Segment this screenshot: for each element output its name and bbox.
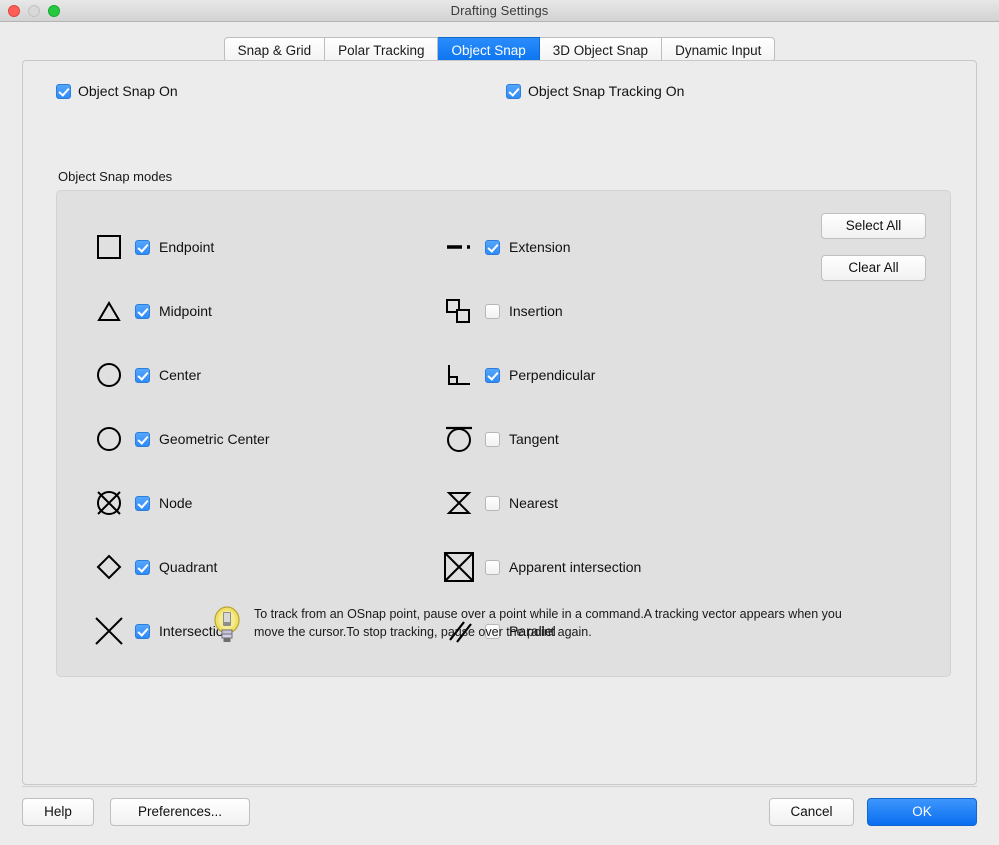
object-snap-on-checkbox[interactable] <box>56 83 71 99</box>
tab-polar-tracking[interactable]: Polar Tracking <box>325 37 439 62</box>
object-snap-tracking-on-row[interactable]: Object Snap Tracking On <box>506 83 684 99</box>
close-button[interactable] <box>8 5 20 17</box>
label-insertion: Insertion <box>509 303 563 319</box>
circle-icon <box>83 424 135 454</box>
checkbox-midpoint[interactable] <box>135 303 150 319</box>
checkbox-geometric-center[interactable] <box>135 431 150 447</box>
label-geometric-center: Geometric Center <box>159 431 270 447</box>
checkbox-apparent-intersection[interactable] <box>485 559 500 575</box>
checkbox-quadrant[interactable] <box>135 559 150 575</box>
snap-mode-row-extension[interactable]: Extension <box>433 215 793 279</box>
zoom-button[interactable] <box>48 5 60 17</box>
snap-mode-row-tangent[interactable]: Tangent <box>433 407 793 471</box>
lightbulb-icon <box>213 605 241 650</box>
snap-mode-row-midpoint[interactable]: Midpoint <box>83 279 433 343</box>
dashed-line-icon <box>433 232 485 262</box>
preferences-button[interactable]: Preferences... <box>110 798 250 826</box>
circle-x-icon <box>83 486 135 520</box>
clear-all-button[interactable]: Clear All <box>821 255 926 281</box>
circle-icon <box>83 360 135 390</box>
help-button[interactable]: Help <box>22 798 94 826</box>
checkbox-tangent[interactable] <box>485 431 500 447</box>
object-snap-on-label: Object Snap On <box>78 83 178 99</box>
snap-mode-row-center[interactable]: Center <box>83 343 433 407</box>
label-midpoint: Midpoint <box>159 303 212 319</box>
label-quadrant: Quadrant <box>159 559 218 575</box>
tab-3d-object-snap[interactable]: 3D Object Snap <box>539 37 663 62</box>
hourglass-icon <box>433 489 485 517</box>
snap-mode-row-perpendicular[interactable]: Perpendicular <box>433 343 793 407</box>
x-cross-icon <box>83 614 135 648</box>
checkbox-endpoint[interactable] <box>135 239 150 255</box>
tab-object-snap[interactable]: Object Snap <box>438 37 540 62</box>
object-snap-tracking-on-checkbox[interactable] <box>506 83 521 99</box>
checkbox-center[interactable] <box>135 367 150 383</box>
label-endpoint: Endpoint <box>159 239 215 255</box>
snap-modes-right-column: Extension Insertion Perpendicular Tangent Ne… <box>433 215 793 663</box>
snap-mode-row-quadrant[interactable]: Quadrant <box>83 535 433 599</box>
label-extension: Extension <box>509 239 571 255</box>
group-title: Object Snap modes <box>58 169 173 184</box>
snap-mode-row-geometric-center[interactable]: Geometric Center <box>83 407 433 471</box>
ok-button[interactable]: OK <box>867 798 977 826</box>
diamond-icon <box>83 552 135 582</box>
triangle-icon <box>83 296 135 326</box>
snap-mode-row-endpoint[interactable]: Endpoint <box>83 215 433 279</box>
tab-dynamic-input[interactable]: Dynamic Input <box>662 37 776 62</box>
tip-text: To track from an OSnap point, pause over… <box>254 607 842 640</box>
minimize-button[interactable] <box>28 5 40 17</box>
top-toggles: Object Snap On Object Snap Tracking On <box>23 61 976 107</box>
dialog-footer: Help Preferences... Cancel OK <box>0 786 999 845</box>
overlapping-squares-icon <box>433 296 485 326</box>
snap-mode-row-insertion[interactable]: Insertion <box>433 279 793 343</box>
tab-snap-grid[interactable]: Snap & Grid <box>223 37 326 62</box>
object-snap-on-row[interactable]: Object Snap On <box>56 83 178 99</box>
checkbox-intersection[interactable] <box>135 623 150 639</box>
checkbox-perpendicular[interactable] <box>485 367 500 383</box>
tab-list: Snap & Grid Polar Tracking Object Snap 3D O… <box>223 37 776 62</box>
checkbox-nearest[interactable] <box>485 495 500 511</box>
cancel-button[interactable]: Cancel <box>769 798 854 826</box>
object-snap-tracking-on-label: Object Snap Tracking On <box>528 83 685 99</box>
label-apparent-intersection: Apparent intersection <box>509 559 642 575</box>
right-angle-icon <box>433 360 485 390</box>
window-controls <box>8 5 60 17</box>
snap-mode-row-node[interactable]: Node <box>83 471 433 535</box>
label-perpendicular: Perpendicular <box>509 367 596 383</box>
label-node: Node <box>159 495 193 511</box>
circle-tangent-icon <box>433 423 485 455</box>
checkbox-node[interactable] <box>135 495 150 511</box>
label-tangent: Tangent <box>509 431 559 447</box>
select-all-button[interactable]: Select All <box>821 213 926 239</box>
label-center: Center <box>159 367 202 383</box>
tip-area: To track from an OSnap point, pause over… <box>213 605 853 650</box>
window-titlebar: Drafting Settings <box>0 0 999 22</box>
group-body: Endpoint Midpoint Center Geometric Center No… <box>56 190 951 677</box>
object-snap-modes-group: Object Snap modes Endpoint Midpoint Center… <box>56 169 951 677</box>
label-nearest: Nearest <box>509 495 559 511</box>
tab-bar: Snap & Grid Polar Tracking Object Snap 3D O… <box>0 22 999 62</box>
snap-modes-left-column: Endpoint Midpoint Center Geometric Center No… <box>83 215 433 663</box>
group-action-buttons: Select All Clear All <box>821 213 926 297</box>
checkbox-insertion[interactable] <box>485 303 500 319</box>
snap-mode-row-nearest[interactable]: Nearest <box>433 471 793 535</box>
object-snap-panel: Object Snap On Object Snap Tracking On O… <box>22 60 977 785</box>
checkbox-extension[interactable] <box>485 239 500 255</box>
snap-mode-row-apparent-intersection[interactable]: Apparent intersection <box>433 535 793 599</box>
boxed-x-icon <box>433 550 485 584</box>
square-icon <box>83 232 135 262</box>
window-title: Drafting Settings <box>450 3 549 18</box>
